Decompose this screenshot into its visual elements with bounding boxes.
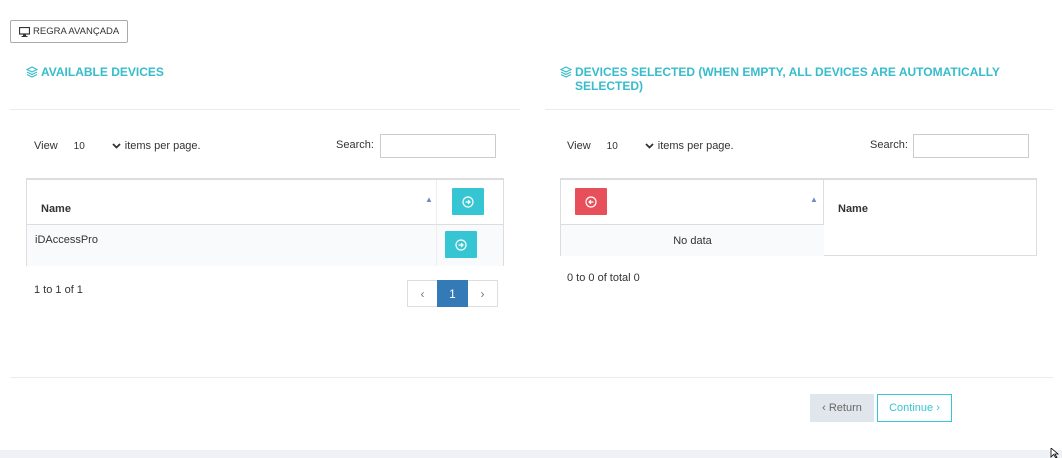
mouse-cursor-icon [1050,448,1060,458]
chevron-down-icon [112,143,121,149]
arrow-circle-right-icon [462,195,474,208]
no-data-text: No data [673,234,712,247]
arrow-circle-right-icon [455,238,467,251]
available-pagination: ‹ 1 › [407,280,498,307]
bottom-strip [0,450,1062,458]
selected-page-size-select[interactable]: 10 [607,141,654,152]
row-actions [437,225,503,266]
table-row[interactable]: iDAccessPro [27,225,437,266]
advanced-rule-button[interactable]: REGRA AVANÇADA [10,20,129,43]
divider [10,109,520,110]
column-header-name[interactable]: Name [824,180,1036,256]
available-search-input[interactable] [380,134,496,158]
continue-button[interactable]: Continue › [877,394,952,422]
divider [10,377,1053,378]
available-devices-title: AVAILABLE DEVICES [26,65,164,79]
layers-icon [560,66,572,78]
sort-asc-icon: ▲ [810,195,818,204]
available-summary: 1 to 1 of 1 [34,284,83,296]
add-device-button[interactable] [445,231,477,258]
arrow-circle-left-icon [585,195,597,208]
divider [545,109,1053,110]
column-header-actions [437,180,503,225]
selected-summary: 0 to 0 of total 0 [567,272,640,284]
available-page-size-select[interactable]: 10 [74,141,121,152]
advanced-rule-label: REGRA AVANÇADA [33,26,120,37]
column-header-name[interactable]: Name ▲ [27,180,437,225]
available-search-label: Search: [336,139,374,151]
monitor-icon [19,26,30,37]
available-devices-table: Name ▲ iDAccessPro [26,178,504,266]
add-all-button[interactable] [452,188,484,215]
layers-icon [26,66,38,78]
chevron-down-icon [645,143,654,149]
selected-devices-table: ▲ Name No data [560,178,1037,256]
next-page-button[interactable]: › [467,280,498,307]
selected-page-size-row: View 10 items per page. [567,140,734,152]
prev-page-button[interactable]: ‹ [407,280,438,307]
selected-search-input[interactable] [913,134,1029,158]
column-header-actions[interactable]: ▲ [561,180,824,225]
available-page-size-row: View 10 items per page. [34,140,201,152]
selected-search-label: Search: [870,139,908,151]
return-button[interactable]: ‹ Return [810,394,874,422]
selected-devices-title: DEVICES SELECTED (WHEN EMPTY, ALL DEVICE… [560,65,1030,93]
page-button-1[interactable]: 1 [437,280,468,307]
remove-all-button[interactable] [575,188,607,215]
device-name: iDAccessPro [35,234,98,246]
empty-row: No data [561,225,824,256]
sort-asc-icon: ▲ [425,195,433,204]
